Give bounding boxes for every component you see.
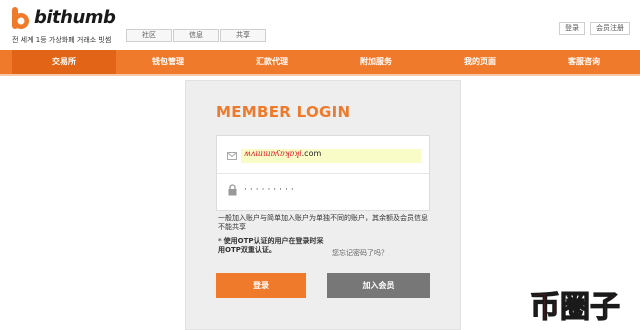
watermark-text: 币圈子	[530, 290, 620, 325]
lock-icon	[228, 184, 237, 196]
nav-item-remittance[interactable]: 汇款代理	[220, 50, 324, 74]
bithumb-logo-icon	[12, 7, 29, 29]
note-star: *	[218, 237, 222, 245]
brand-name: bithumb	[34, 7, 116, 28]
nav-item-wallet[interactable]: 钱包管理	[116, 50, 220, 74]
header-register-button[interactable]: 会员注册	[590, 22, 630, 35]
watermark-logo: 币圈子	[518, 288, 632, 326]
password-row: ·········	[217, 174, 429, 212]
tab-info[interactable]: 信息	[173, 29, 219, 42]
forgot-password-link[interactable]: 您忘记密码了吗？	[332, 248, 388, 258]
main-nav: 交易所 钱包管理 汇款代理 附加服务 我的页面 客服咨询	[0, 50, 640, 74]
join-member-button[interactable]: 加入会员	[327, 273, 430, 298]
header-login-button[interactable]: 登录	[559, 22, 585, 35]
login-form: ʍʌɯɯɐʎɐʞɐʞi.com ·········	[216, 135, 430, 211]
nav-item-exchange[interactable]: 交易所	[12, 50, 116, 74]
email-field[interactable]: ʍʌɯɯɐʎɐʞɐʞi.com	[241, 149, 421, 163]
account-note: 一般加入账户与简单加入账户为单独不同的账户，其余额及会员信息不能共享	[218, 214, 428, 231]
redacted-email: ʍʌɯɯɐʎɐʞɐʞi	[244, 149, 302, 158]
email-row: ʍʌɯɯɐʎɐʞɐʞi.com	[217, 136, 429, 174]
brand-slogan: 전 세계 1등 가상화폐 거래소 빗썸	[12, 36, 112, 44]
tab-share[interactable]: 共享	[220, 29, 266, 42]
bithumb-login-page: bithumb 전 세계 1등 가상화폐 거래소 빗썸 社区 信息 共享 登录 …	[0, 0, 640, 330]
mail-icon	[227, 152, 237, 160]
login-panel: MEMBER LOGIN ʍʌɯɯɐʎɐʞɐʞi.com ········· 一	[185, 80, 461, 330]
nav-item-services[interactable]: 附加服务	[324, 50, 428, 74]
utility-buttons: 登录 会员注册	[559, 22, 630, 35]
otp-note: * 使用OTP认证的用户在登录时采用OTP双重认证。	[218, 237, 328, 255]
nav-divider	[0, 74, 640, 76]
brand-logo[interactable]: bithumb 전 세계 1등 가상화폐 거래소 빗썸	[10, 4, 130, 46]
otp-note-text: 使用OTP认证的用户在登录时采用OTP双重认证。	[218, 237, 324, 254]
password-field[interactable]: ·········	[241, 183, 421, 197]
login-title: MEMBER LOGIN	[216, 103, 351, 121]
email-suffix: .com	[301, 149, 322, 158]
nav-item-support[interactable]: 客服咨询	[532, 50, 636, 74]
login-button[interactable]: 登录	[216, 273, 306, 298]
top-tabs: 社区 信息 共享	[126, 29, 267, 42]
tab-community[interactable]: 社区	[126, 29, 172, 42]
nav-item-mypage[interactable]: 我的页面	[428, 50, 532, 74]
